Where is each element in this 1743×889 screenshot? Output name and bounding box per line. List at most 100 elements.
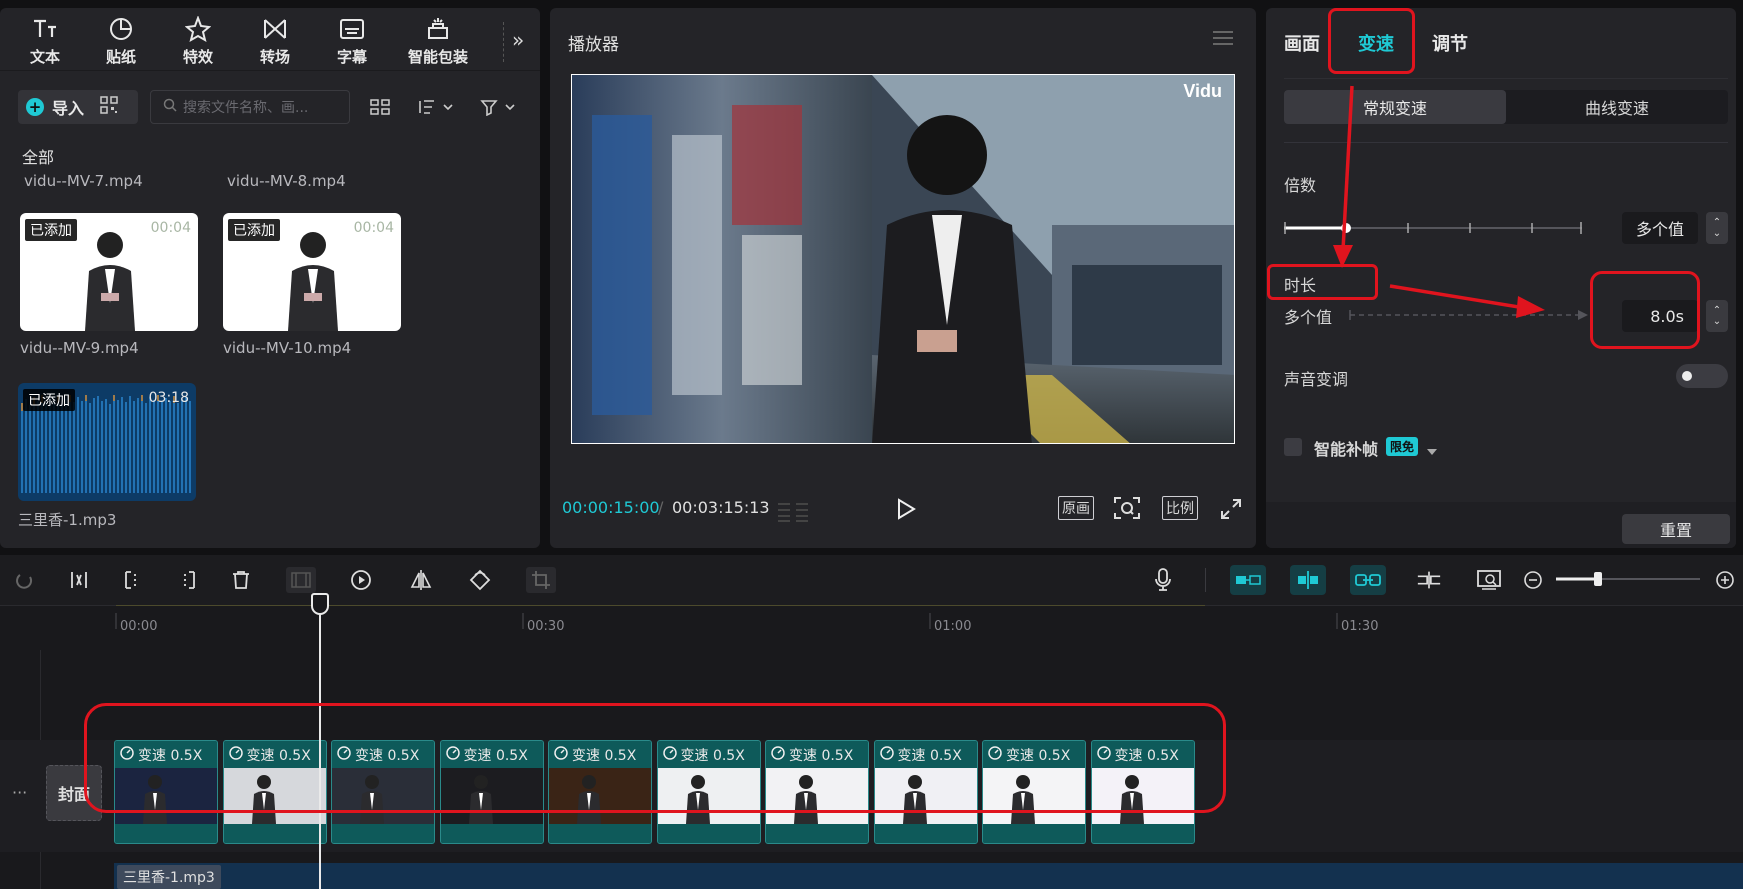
aspect-ratio-button[interactable]: 比例 bbox=[1162, 496, 1198, 520]
menu-icon[interactable] bbox=[1212, 30, 1234, 50]
import-button[interactable]: + 导入 bbox=[18, 90, 138, 124]
qr-icon[interactable] bbox=[100, 96, 118, 118]
video-frame-image: Vidu bbox=[572, 75, 1234, 443]
video-preview[interactable]: Vidu bbox=[571, 74, 1235, 444]
player-panel: 播放器 Vidu 00:00:15:00 / 00:03:15:13 原画 比例 bbox=[550, 8, 1256, 548]
time-separator: / bbox=[658, 498, 664, 517]
trim-right-icon[interactable] bbox=[174, 567, 200, 593]
annotation-duration-label bbox=[1267, 264, 1378, 300]
tab-divider bbox=[1284, 78, 1728, 79]
zoom-out-icon[interactable] bbox=[1520, 567, 1546, 593]
audio-clip-label: 三里香-1.mp3 bbox=[117, 865, 221, 889]
transition-icon bbox=[240, 14, 310, 44]
free-badge: 限免 bbox=[1386, 437, 1419, 456]
duration-from-value: 多个值 bbox=[1284, 308, 1333, 327]
smart-pack-icon bbox=[393, 14, 483, 44]
sort-icon[interactable] bbox=[418, 98, 458, 120]
segment-normal-speed[interactable]: 常规变速 bbox=[1284, 90, 1506, 124]
more-tools-icon[interactable]: » bbox=[512, 28, 524, 52]
more-icon[interactable]: ··· bbox=[12, 783, 27, 802]
delete-icon[interactable] bbox=[228, 567, 254, 593]
multiplier-value[interactable]: 多个值 bbox=[1622, 212, 1698, 244]
video-thumbnail: 已添加 00:04 bbox=[20, 213, 198, 331]
pitch-toggle[interactable] bbox=[1676, 364, 1728, 388]
auto-snap-icon[interactable] bbox=[1290, 565, 1326, 595]
smart-frame-checkbox[interactable] bbox=[1284, 438, 1302, 456]
media-item[interactable]: 已添加 03:18 三里香-1.mp3 bbox=[18, 383, 196, 530]
filter-all-label[interactable]: 全部 bbox=[22, 144, 54, 168]
total-time: 00:03:15:13 bbox=[672, 498, 770, 517]
filter-icon[interactable] bbox=[480, 98, 520, 120]
segment-curve-speed[interactable]: 曲线变速 bbox=[1506, 90, 1728, 124]
clip-footer bbox=[115, 824, 217, 843]
timeline-toolbar bbox=[0, 555, 1743, 605]
playhead-handle[interactable] bbox=[311, 593, 329, 615]
media-item[interactable]: 已添加 00:04 vidu--MV-10.mp4 bbox=[223, 213, 401, 357]
clip-footer bbox=[766, 824, 868, 843]
effects-icon bbox=[163, 14, 233, 44]
trim-left-icon[interactable] bbox=[120, 567, 146, 593]
duration-stepper[interactable]: ⌃ ⌄ bbox=[1706, 300, 1728, 332]
multiplier-slider[interactable] bbox=[1284, 218, 1582, 238]
audio-track[interactable] bbox=[114, 863, 1743, 889]
ruler-label: 01:30 bbox=[1341, 619, 1379, 634]
media-panel: 文本 贴纸 特效 转场 字幕 智能包装 » + 导入 搜索文件名称、画... 全… bbox=[0, 8, 540, 548]
search-input[interactable]: 搜索文件名称、画... bbox=[150, 90, 350, 124]
search-icon bbox=[163, 98, 177, 116]
speed-play-icon[interactable] bbox=[348, 567, 374, 593]
mirror-icon[interactable] bbox=[408, 567, 434, 593]
ruler-label: 00:00 bbox=[120, 619, 158, 634]
freeze-frame-icon[interactable] bbox=[286, 567, 316, 593]
clip-footer bbox=[332, 824, 434, 843]
multiplier-label: 倍数 bbox=[1284, 176, 1317, 195]
clip-footer bbox=[983, 824, 1085, 843]
chevron-down-icon[interactable] bbox=[1426, 442, 1438, 460]
speed-mode-segment: 常规变速 曲线变速 bbox=[1284, 90, 1728, 124]
play-icon[interactable] bbox=[896, 498, 916, 524]
redo-icon[interactable] bbox=[12, 567, 38, 593]
tab-picture[interactable]: 画面 bbox=[1284, 30, 1320, 56]
toolbar-divider bbox=[1205, 568, 1206, 592]
preview-axis-icon[interactable] bbox=[1476, 567, 1502, 593]
duration-arrow bbox=[1348, 308, 1598, 322]
clip-footer bbox=[657, 824, 760, 843]
split-icon[interactable] bbox=[66, 567, 92, 593]
audio-waveform-thumbnail: 已添加 03:18 bbox=[18, 383, 196, 501]
media-item[interactable]: 已添加 00:04 vidu--MV-9.mp4 bbox=[20, 213, 198, 357]
annotation-speed-tab bbox=[1328, 8, 1415, 74]
zoom-slider[interactable] bbox=[1556, 569, 1700, 589]
zoom-in-icon[interactable] bbox=[1712, 567, 1738, 593]
current-time: 00:00:15:00 bbox=[562, 498, 660, 517]
link-icon[interactable] bbox=[1350, 565, 1386, 595]
main-track-magnet-icon[interactable] bbox=[1230, 565, 1266, 595]
text-icon bbox=[10, 14, 80, 44]
reset-button[interactable]: 重置 bbox=[1622, 514, 1730, 544]
video-thumbnail: 已添加 00:04 bbox=[223, 213, 401, 331]
tool-text[interactable]: 文本 bbox=[10, 14, 80, 67]
tool-subtitle[interactable]: 字幕 bbox=[317, 14, 387, 67]
player-title: 播放器 bbox=[568, 35, 619, 55]
media-name-top-1: vidu--MV-7.mp4 bbox=[24, 172, 143, 190]
tool-sticker[interactable]: 贴纸 bbox=[86, 14, 156, 67]
multiplier-stepper[interactable]: ⌃ ⌄ bbox=[1706, 212, 1728, 244]
time-ruler[interactable] bbox=[0, 605, 1743, 635]
timecode-list-icon[interactable] bbox=[776, 500, 810, 526]
original-quality-button[interactable]: 原画 bbox=[1058, 496, 1094, 520]
annotation-duration-value bbox=[1590, 271, 1700, 349]
grid-view-icon[interactable] bbox=[370, 98, 390, 120]
watermark-text: Vidu bbox=[1183, 81, 1222, 101]
tool-effects[interactable]: 特效 bbox=[163, 14, 233, 67]
split-align-icon[interactable] bbox=[1416, 567, 1442, 593]
sticker-icon bbox=[86, 14, 156, 44]
toolbar-separator bbox=[0, 70, 540, 71]
tool-transition[interactable]: 转场 bbox=[240, 14, 310, 67]
tool-smart-pack[interactable]: 智能包装 bbox=[393, 14, 483, 67]
fullscreen-icon[interactable] bbox=[1220, 498, 1242, 524]
fit-screen-icon[interactable] bbox=[1113, 496, 1141, 524]
section-divider bbox=[1284, 142, 1728, 143]
clip-footer bbox=[440, 824, 543, 843]
tab-adjust[interactable]: 调节 bbox=[1432, 30, 1468, 56]
crop-icon[interactable] bbox=[526, 567, 556, 593]
microphone-icon[interactable] bbox=[1150, 567, 1176, 593]
rotate-icon[interactable] bbox=[467, 567, 493, 593]
